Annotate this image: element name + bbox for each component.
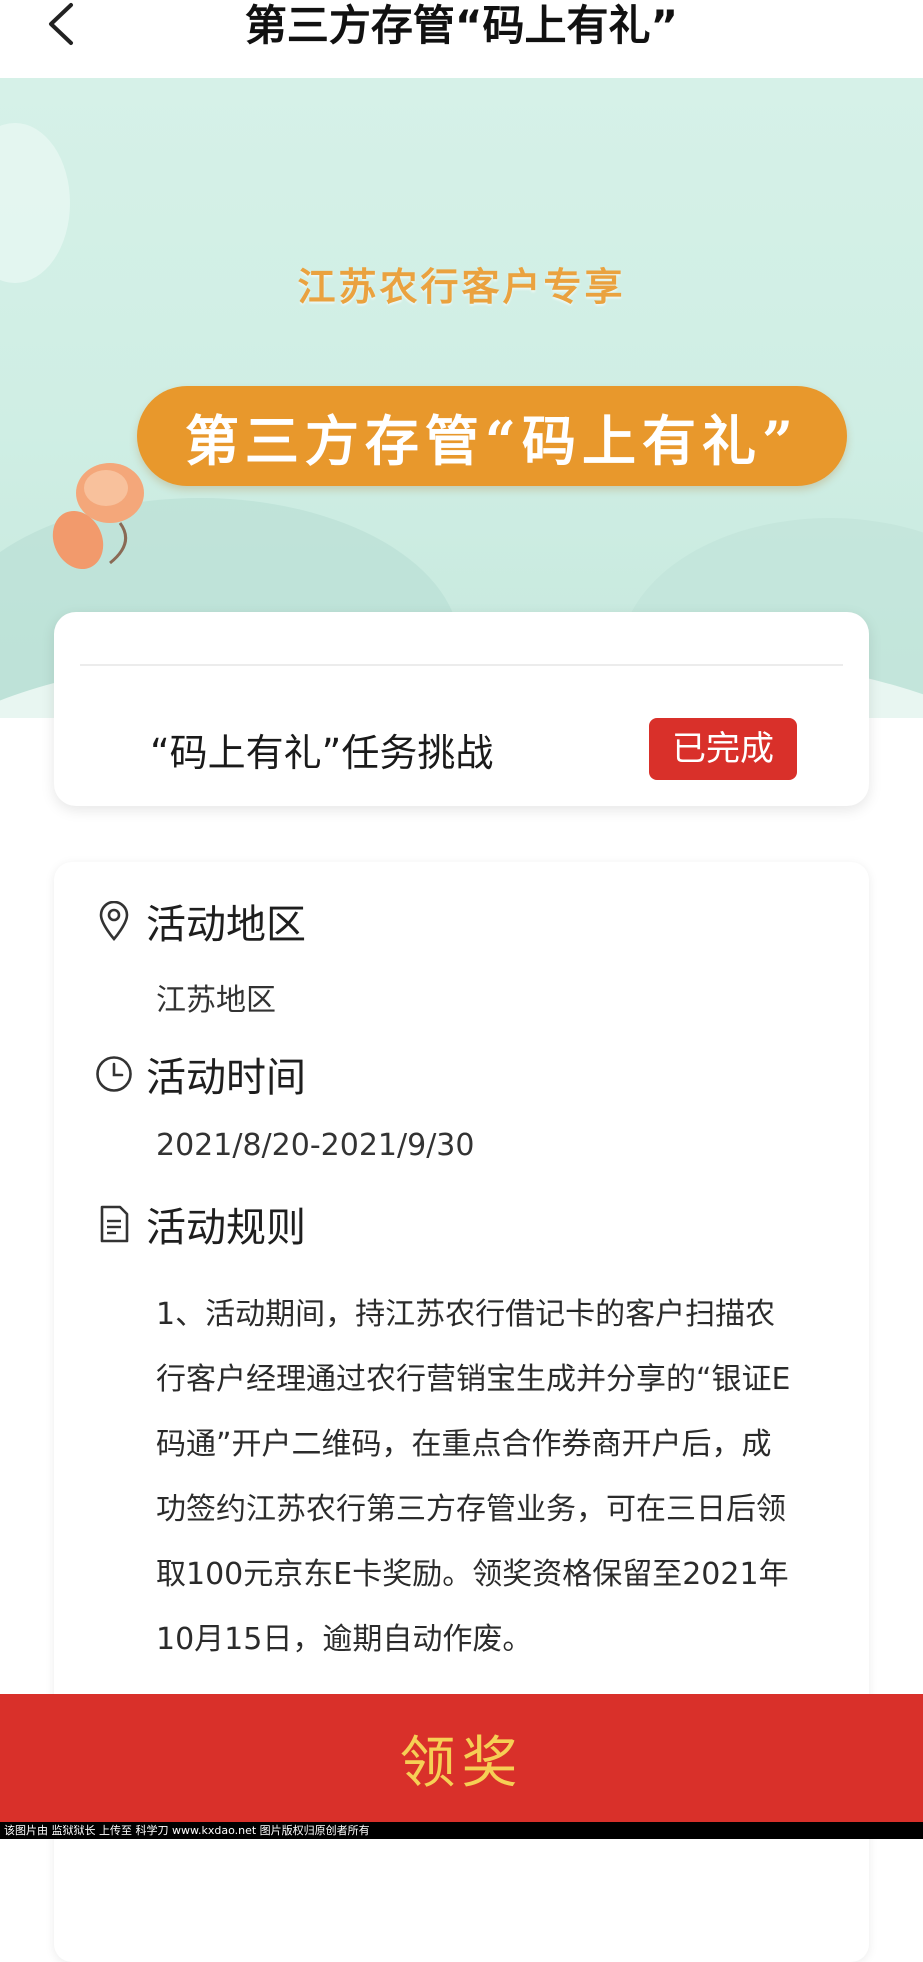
top-nav-bar: 第三方存管“码上有礼” (0, 0, 923, 78)
region-title: 活动地区 (146, 902, 306, 948)
page-title: 第三方存管“码上有礼” (244, 1, 679, 50)
watermark-strip: 该图片由 监狱狱长 上传至 科学刀 www.kxdao.net 图片版权归原创者… (0, 1822, 923, 1839)
time-title: 活动时间 (146, 1055, 306, 1101)
rules-title: 活动规则 (146, 1205, 306, 1251)
butterfly-icon (40, 448, 150, 578)
task-status-badge[interactable]: 已完成 (649, 718, 797, 780)
location-pin-icon (94, 901, 134, 941)
region-section-header: 活动地区 (94, 892, 306, 950)
document-icon (94, 1204, 134, 1244)
task-card: “码上有礼”任务挑战 已完成 (54, 612, 869, 806)
task-label: “码上有礼”任务挑战 (150, 731, 494, 775)
time-section-header: 活动时间 (94, 1045, 306, 1103)
claim-reward-button[interactable]: 领奖 (0, 1694, 923, 1822)
hero-title: 第三方存管“码上有礼” (184, 408, 800, 473)
divider (80, 664, 843, 666)
clock-icon (94, 1054, 134, 1094)
hero-subtitle: 江苏农行客户专享 (297, 265, 626, 309)
rules-section-header: 活动规则 (94, 1195, 306, 1253)
rules-text: 1、活动期间，持江苏农行借记卡的客户扫描农行客户经理通过农行营销宝生成并分享的“… (156, 1297, 791, 1657)
hero-title-banner: 第三方存管“码上有礼” (137, 386, 847, 486)
time-value: 2021/8/20-2021/9/30 (156, 1128, 475, 1163)
claim-label: 领奖 (399, 1730, 524, 1796)
region-value: 江苏地区 (156, 983, 276, 1018)
